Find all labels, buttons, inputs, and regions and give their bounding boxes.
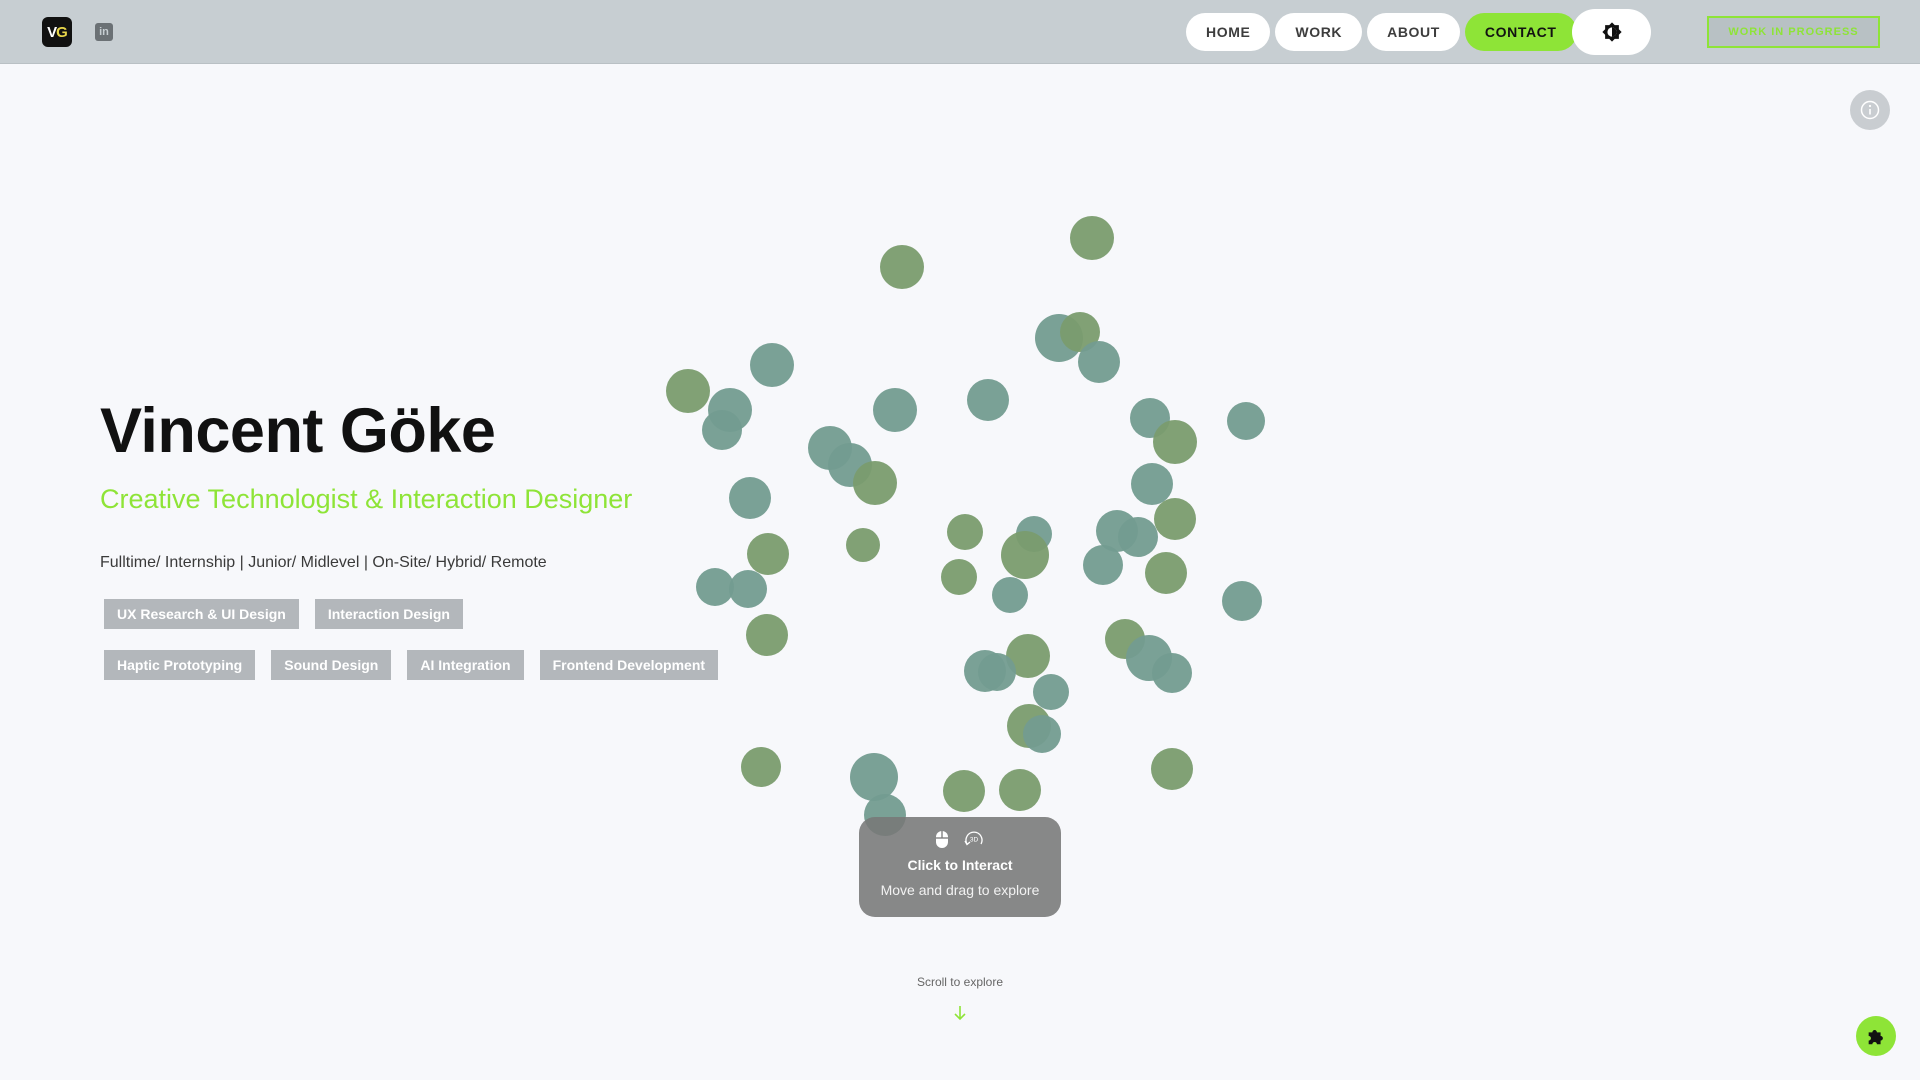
particle-dot [1130,398,1170,438]
top-navigation-bar: VG in HOME WORK ABOUT CONTACT WORK IN PR… [0,0,1920,64]
particle-dot [808,426,852,470]
availability-text: Fulltime/ Internship | Junior/ Midlevel … [100,554,547,571]
skill-tag: UX Research & UI Design [104,599,299,629]
nav-home-button[interactable]: HOME [1186,13,1271,51]
skill-tags-row-2: Haptic Prototyping Sound Design AI Integ… [104,650,744,680]
particle-dot [1016,516,1052,552]
skill-tag: AI Integration [407,650,524,680]
work-in-progress-badge: WORK IN PROGRESS [1707,16,1880,48]
svg-text:3D: 3D [970,837,979,844]
skill-tags-row-1: UX Research & UI Design Interaction Desi… [104,599,744,629]
interact-subtitle: Move and drag to explore [880,882,1040,898]
particle-dot [1023,715,1061,753]
particle-dot [1006,634,1050,678]
particle-dot [1145,552,1187,594]
particle-dot [1033,674,1069,710]
particle-dot [741,747,781,787]
particle-dot [666,369,710,413]
particle-dot [708,388,752,432]
particle-dot [1105,619,1145,659]
hero-role: Creative Technologist & Interaction Desi… [100,484,633,514]
particle-dot [941,559,977,595]
particle-dot [1060,312,1100,352]
card-icons: 3D [935,829,985,849]
particle-dot [1152,653,1192,693]
particle-dot [1151,748,1193,790]
arrow-down-icon[interactable] [952,1004,968,1022]
particle-dot [1227,402,1265,440]
skill-tag: Interaction Design [314,599,463,629]
particle-dot [1007,704,1051,748]
mouse-icon [936,830,948,848]
particle-dot [850,753,898,801]
particle-dot [999,769,1041,811]
nav-about-button[interactable]: ABOUT [1367,13,1460,51]
interact-title: Click to Interact [907,857,1013,873]
particle-dot [1070,216,1114,260]
linkedin-icon[interactable]: in [95,23,113,41]
particle-dot [1078,341,1120,383]
particle-dot [746,614,788,656]
skill-tag: Frontend Development [539,650,719,680]
particle-dot [978,653,1016,691]
main-nav: HOME WORK ABOUT CONTACT [1186,13,1577,51]
skill-tags: UX Research & UI Design Interaction Desi… [104,599,744,701]
particle-dot [880,245,924,289]
particle-dot [1096,510,1138,552]
puzzle-button[interactable] [1856,1016,1896,1056]
skill-tag: Haptic Prototyping [104,650,256,680]
particle-dot [967,379,1009,421]
particle-dot [1001,531,1049,579]
particle-dot [729,477,771,519]
particle-dot [1118,517,1158,557]
particle-dot [943,770,985,812]
particle-dot [1083,545,1123,585]
particle-dot [964,650,1006,692]
particle-dot [1222,581,1262,621]
particle-dot [846,528,880,562]
particle-dot [1035,314,1083,362]
particle-dot [1131,463,1173,505]
particle-dot [947,514,983,550]
info-icon [1860,100,1880,120]
logo-letter-g: G [56,23,68,41]
rotate-3d-icon: 3D [964,831,983,846]
particle-dot [1154,498,1196,540]
particle-dot [992,577,1028,613]
skill-tag: Sound Design [271,650,392,680]
particle-dot [702,410,742,450]
particle-dot [1126,635,1172,681]
site-logo[interactable]: VG [42,17,72,47]
brightness-icon [1601,22,1622,42]
particle-dot [750,343,794,387]
puzzle-icon [1868,1030,1883,1045]
click-to-interact-card[interactable]: 3D Click to Interact Move and drag to ex… [859,817,1061,917]
scroll-hint: Scroll to explore [916,975,1004,989]
particle-dot [853,461,897,505]
nav-contact-button[interactable]: CONTACT [1464,13,1577,51]
linkedin-icon-label: in [99,26,109,38]
particle-dot [873,388,917,432]
hero-name: Vincent Göke [100,396,496,466]
particle-dot [1153,420,1197,464]
logo-letter-v: V [47,23,57,41]
nav-work-button[interactable]: WORK [1275,13,1363,51]
particle-dot [747,533,789,575]
info-button[interactable] [1850,90,1890,130]
theme-toggle-button[interactable] [1572,9,1651,55]
interactive-particle-field[interactable] [0,0,1920,1080]
particle-dot [828,443,872,487]
